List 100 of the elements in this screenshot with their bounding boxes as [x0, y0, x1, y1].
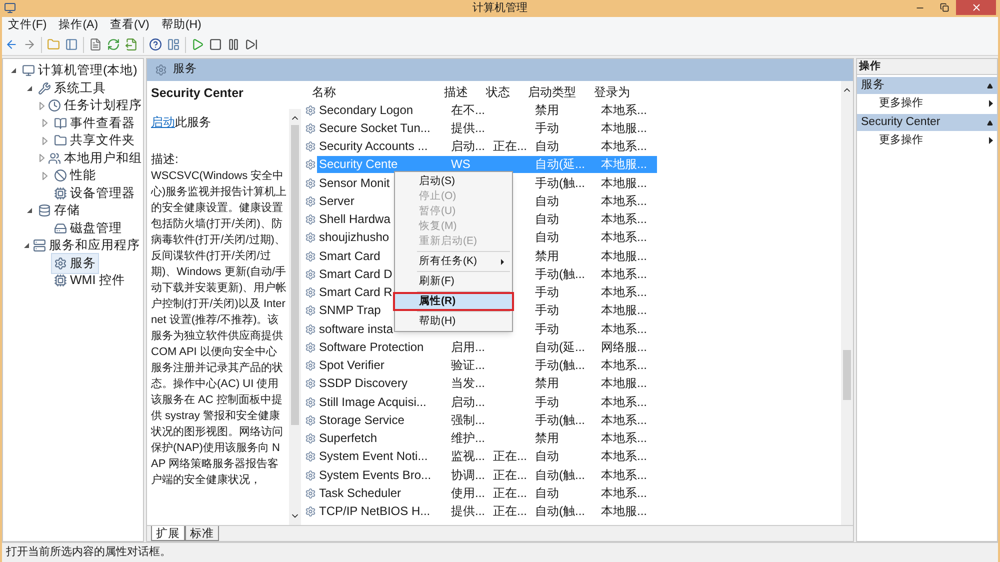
- table-cell[interactable]: 禁用: [533, 375, 599, 392]
- close-button[interactable]: [956, 0, 996, 15]
- table-cell[interactable]: Still Image Acquisi...: [317, 394, 449, 411]
- expander-icon[interactable]: [26, 84, 32, 92]
- table-cell[interactable]: 手动(触...: [533, 266, 599, 283]
- table-cell[interactable]: Software Protection: [317, 338, 449, 356]
- menu-item[interactable]: 帮助(H): [395, 314, 512, 329]
- table-cell[interactable]: 协调...: [449, 466, 491, 484]
- start-link[interactable]: 启动: [151, 115, 175, 129]
- table-cell[interactable]: 自动(延...: [533, 338, 599, 356]
- table-cell[interactable]: System Events Bro...: [317, 466, 449, 484]
- table-cell[interactable]: 本地系...: [599, 102, 657, 119]
- menu-item[interactable]: 启动(S): [395, 174, 512, 189]
- table-cell[interactable]: 在不...: [449, 102, 491, 119]
- table-cell[interactable]: 本地服...: [599, 120, 657, 137]
- expander-icon[interactable]: [23, 242, 30, 250]
- table-cell[interactable]: 本地系...: [599, 412, 657, 429]
- table-cell[interactable]: 正在...: [491, 503, 533, 520]
- table-cell[interactable]: 维护...: [449, 430, 491, 448]
- table-cell[interactable]: 启动...: [449, 138, 491, 156]
- table-cell[interactable]: 提供...: [449, 120, 491, 137]
- section-header[interactable]: 服务: [857, 77, 997, 94]
- action-item[interactable]: 更多操作: [857, 131, 997, 149]
- table-cell[interactable]: 禁用: [533, 430, 599, 448]
- table-cell[interactable]: 手动(触...: [533, 412, 599, 429]
- table-cell[interactable]: 本地系...: [599, 357, 657, 374]
- table-cell[interactable]: 手动: [533, 284, 599, 302]
- toolbar-button[interactable]: [244, 36, 259, 52]
- table-cell[interactable]: 提供...: [449, 503, 491, 520]
- table-cell[interactable]: Superfetch: [317, 430, 449, 448]
- toolbar-button[interactable]: [208, 36, 223, 52]
- action-item[interactable]: 更多操作: [857, 94, 997, 112]
- menu-item[interactable]: 帮助(H): [155, 16, 208, 34]
- table-cell[interactable]: 本地系...: [599, 192, 657, 210]
- table-cell[interactable]: 禁用: [533, 248, 599, 265]
- view-tab[interactable]: 标准: [185, 526, 219, 541]
- table-cell[interactable]: 监视...: [449, 448, 491, 466]
- menu-item[interactable]: 所有任务(K): [395, 254, 512, 269]
- table-cell[interactable]: 本地系...: [599, 211, 657, 228]
- table-cell[interactable]: Task Scheduler: [317, 484, 449, 502]
- table-cell[interactable]: 强制...: [449, 412, 491, 429]
- menu-item[interactable]: 文件(F): [2, 16, 53, 34]
- table-cell[interactable]: TCP/IP NetBIOS H...: [317, 503, 449, 520]
- table-cell[interactable]: 网络服...: [599, 338, 657, 356]
- table-cell[interactable]: 本地系...: [599, 138, 657, 156]
- table-cell[interactable]: 正在...: [491, 448, 533, 466]
- table-cell[interactable]: Secure Socket Tun...: [317, 120, 449, 137]
- expander-icon[interactable]: [10, 67, 16, 74]
- expander-icon[interactable]: [26, 207, 32, 214]
- table-cell[interactable]: 本地服...: [599, 174, 657, 192]
- view-tab[interactable]: 扩展: [151, 526, 185, 541]
- table-cell[interactable]: 本地服...: [599, 248, 657, 265]
- table-cell[interactable]: 自动: [533, 211, 599, 228]
- table-cell[interactable]: 本地系...: [599, 394, 657, 411]
- table-cell[interactable]: 自动: [533, 448, 599, 466]
- table-cell[interactable]: 启用...: [449, 338, 491, 356]
- table-cell[interactable]: 禁用: [533, 102, 599, 119]
- table-cell[interactable]: 本地系...: [599, 430, 657, 448]
- table-cell[interactable]: 本地系...: [599, 448, 657, 466]
- table-cell[interactable]: Security Accounts ...: [317, 138, 449, 156]
- toolbar-button[interactable]: [64, 36, 79, 52]
- menu-item[interactable]: 操作(A): [52, 16, 104, 34]
- column-header[interactable]: 登录为: [592, 83, 650, 101]
- table-cell[interactable]: 正在...: [491, 466, 533, 484]
- table-cell[interactable]: 本地服...: [599, 302, 657, 320]
- toolbar-button[interactable]: [166, 36, 181, 52]
- table-cell[interactable]: 本地系...: [599, 229, 657, 246]
- table-cell[interactable]: 自动: [533, 192, 599, 210]
- table-cell[interactable]: 本地系...: [599, 266, 657, 283]
- table-cell[interactable]: 自动: [533, 484, 599, 502]
- table-cell[interactable]: System Event Noti...: [317, 448, 449, 466]
- table-cell[interactable]: 手动: [533, 120, 599, 137]
- table-cell[interactable]: 正在...: [491, 484, 533, 502]
- column-header[interactable]: 状态: [484, 83, 526, 101]
- table-cell[interactable]: 手动: [533, 320, 599, 338]
- column-header[interactable]: 名称: [310, 83, 442, 101]
- toolbar-button[interactable]: [226, 36, 241, 52]
- menu-item[interactable]: 刷新(F): [395, 274, 512, 289]
- table-cell[interactable]: 本地系...: [599, 484, 657, 502]
- table-cell[interactable]: 手动(触...: [533, 174, 599, 192]
- table-cell[interactable]: 当发...: [449, 375, 491, 392]
- table-cell[interactable]: 本地系...: [599, 320, 657, 338]
- table-cell[interactable]: 使用...: [449, 484, 491, 502]
- table-cell[interactable]: 自动(触...: [533, 503, 599, 520]
- menu-item[interactable]: 查看(V): [104, 16, 156, 34]
- table-cell[interactable]: 验证...: [449, 357, 491, 374]
- table-cell[interactable]: 自动: [533, 138, 599, 156]
- table-cell[interactable]: Spot Verifier: [317, 357, 449, 374]
- tree-item[interactable]: 服务: [51, 252, 99, 274]
- table-cell[interactable]: 手动: [533, 394, 599, 411]
- menu-item[interactable]: 属性(R): [395, 294, 512, 309]
- table-cell[interactable]: SSDP Discovery: [317, 375, 449, 392]
- table-cell[interactable]: Secondary Logon: [317, 102, 449, 119]
- table-cell[interactable]: 启动...: [449, 394, 491, 411]
- table-cell[interactable]: 自动(触...: [533, 466, 599, 484]
- table-cell[interactable]: 自动: [533, 229, 599, 246]
- table-cell[interactable]: 手动: [533, 302, 599, 320]
- scrollbar-thumb[interactable]: [843, 350, 851, 400]
- toolbar-button[interactable]: [148, 36, 163, 52]
- table-cell[interactable]: 本地服...: [599, 375, 657, 392]
